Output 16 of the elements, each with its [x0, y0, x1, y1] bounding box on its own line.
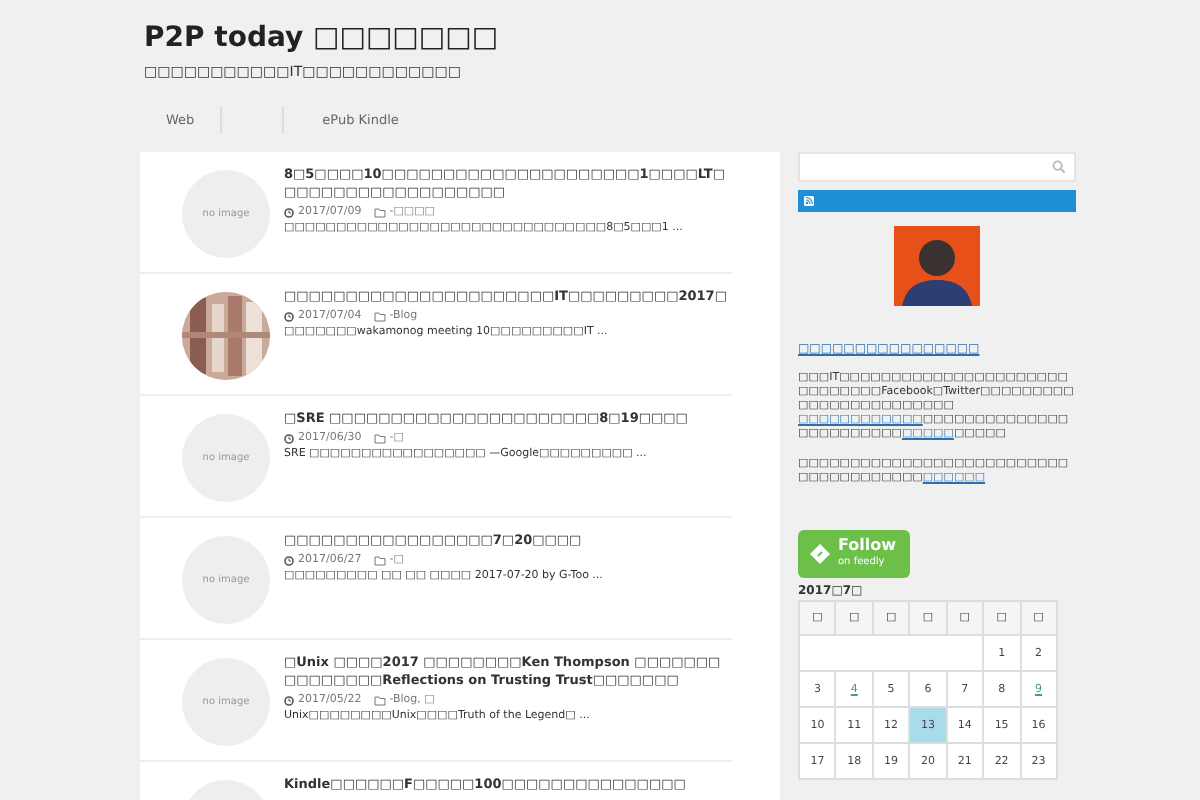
folder-icon [373, 695, 386, 705]
folder-icon [373, 207, 386, 217]
folder-icon [373, 555, 386, 565]
clock-icon [284, 207, 294, 217]
folder-icon [373, 433, 386, 443]
avatar-figure [894, 226, 980, 306]
rss-icon[interactable] [804, 196, 814, 206]
clock-icon [284, 555, 294, 565]
site-title[interactable]: P2P today □□□□□□□ [144, 20, 1076, 56]
search-icon [1052, 160, 1066, 174]
folder-icon [373, 311, 386, 321]
search-field[interactable] [798, 152, 1076, 182]
clock-icon [284, 311, 294, 321]
clock-icon [284, 433, 294, 443]
clock-icon [284, 695, 294, 705]
feedly-icon [808, 542, 832, 566]
